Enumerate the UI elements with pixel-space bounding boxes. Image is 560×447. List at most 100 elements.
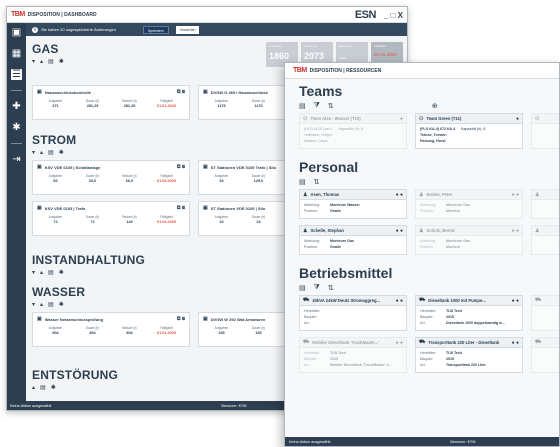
person-card-partial[interactable]: ♟ (531, 189, 559, 219)
expand-icon[interactable]: ▴ (40, 149, 43, 156)
field-value: Monteure Gas (330, 239, 354, 243)
metric-value: 33,0 (88, 179, 97, 183)
task-card[interactable]: ▣ KSV VDE 0105 | Schaltanlage ⧉ ⊞ Aufgaben… (32, 160, 190, 195)
card-title: ST Stationen VDE 0105 Trafo | Silo (210, 164, 277, 170)
metric-label: Aufgaben (214, 215, 229, 219)
calendar-filter-icon[interactable]: ▤ (40, 384, 46, 391)
collapse-icon[interactable]: ▾ (32, 269, 35, 276)
card-menu-icon[interactable]: ● (516, 116, 519, 122)
calendar-filter-icon[interactable]: ▤ (48, 149, 54, 156)
calendar-icon[interactable]: ▦ (11, 48, 22, 59)
equipment-card[interactable]: ⛟ Transporttank 220 Liter - Dieseltank ● ●… (415, 337, 523, 373)
kpi-label: Aufgaben (269, 44, 282, 48)
equipment-card-partial[interactable]: ⛟ (531, 295, 559, 331)
metric-label: Aufgaben (48, 99, 63, 103)
person-card-partial[interactable]: ♟ (531, 225, 559, 255)
equipment-card-partial[interactable]: ⛟ (531, 337, 559, 373)
logout-icon[interactable]: ⇥ (11, 154, 22, 165)
card-title: DVGW W 392 Wat Armaturen (210, 316, 266, 322)
calendar-filter-icon[interactable]: ▤ (299, 178, 306, 186)
filter-icon[interactable]: ⧩ (314, 284, 320, 292)
team-card[interactable]: ⚇ Team Green (T11) ● (FLO KA-4) 672 KA 4 Ka… (415, 113, 523, 149)
collapse-icon[interactable]: ▾ (32, 301, 35, 308)
gear-icon[interactable]: ✱ (11, 122, 22, 133)
equipment-card[interactable]: ⛟ Dieseltank 1000 mit Pumpe... ● ● Herstel… (415, 295, 523, 331)
task-icon: ▣ (203, 164, 208, 170)
add-icon[interactable]: ✚ (11, 101, 22, 112)
card-actions-icon[interactable]: ⧉ ⊞ (177, 89, 185, 95)
person-card[interactable]: ♟ Boden, Peter ● ● Abteilung: Monteure Gas … (415, 189, 523, 219)
card-menu-icon[interactable]: ● ● (396, 298, 403, 304)
metric-value: 371 (52, 104, 59, 108)
card-row: ♟ Asen, Thomas ● ● Abteilung: Monteure Wass… (299, 189, 559, 219)
metric-value: 01.01.2020 (156, 331, 176, 335)
task-card[interactable]: ▣ KSV VDE 0105 | Trafo ⧉ ⊞ Aufgaben 72 Daue… (32, 201, 190, 236)
card-metrics: Aufgaben 66 Dauer (h) 33,0 Bedarf (h) 66,0 … (37, 174, 185, 183)
settings-icon[interactable]: ✱ (51, 384, 56, 391)
expand-icon[interactable]: ▴ (40, 301, 43, 308)
collapse-icon[interactable]: ▾ (32, 58, 35, 65)
card-title: Team Alex - Wasser (T10) (310, 116, 361, 121)
card-menu-icon[interactable]: ● ● (396, 340, 403, 346)
dashboard-titlebar: TBM DISPOSITION | DASHBOARD (7, 7, 407, 23)
metric-label: Aufgaben (48, 215, 63, 219)
sort-icon[interactable]: ⇅ (314, 178, 320, 186)
card-body: Hersteller: TLB Tech Baujahr: 2015 Art: Mob… (300, 348, 406, 372)
equipment-card[interactable]: ⛟ 30kVA 24kW Deutz Stromaggreg... ● ● Hers… (299, 295, 407, 331)
person-card[interactable]: ♟ Schelle, Stephan ● ● Abteilung: Monteure … (299, 225, 407, 255)
card-menu-icon[interactable]: ● ● (396, 192, 403, 198)
settings-icon[interactable]: ✱ (59, 301, 64, 308)
card-actions-icon[interactable]: ⧉ ⊞ (177, 205, 185, 211)
team-card-partial[interactable]: ⚇ (531, 113, 559, 149)
settings-icon[interactable]: ✱ (59, 269, 64, 276)
sort-icon[interactable]: ⇅ (328, 102, 334, 110)
settings-icon[interactable]: ✱ (59, 149, 64, 156)
sidebar-divider (11, 143, 22, 144)
calendar-filter-icon[interactable]: ▤ (48, 58, 54, 65)
expand-icon[interactable]: ▴ (32, 384, 35, 391)
calendar-filter-icon[interactable]: ▤ (299, 284, 306, 292)
calendar-filter-icon[interactable]: ▤ (48, 269, 54, 276)
equipment-card[interactable]: ⛟ Mobiler Dieseltank 'TruckMaste...' ● ● H… (299, 337, 407, 373)
card-actions-icon[interactable]: ⧉ ⊞ (177, 164, 185, 170)
person-icon: ♟ (419, 227, 424, 234)
card-menu-icon[interactable]: ● ● (512, 340, 519, 346)
field-label: Hoffmann, Holger (304, 133, 333, 137)
window-control-buttons[interactable]: _ □ X (384, 11, 403, 20)
person-card[interactable]: ♟ Asen, Thomas ● ● Abteilung: Monteure Wass… (299, 189, 407, 219)
card-header: ▣ KSV VDE 0105 | Schaltanlage ⧉ ⊞ (37, 164, 185, 170)
calendar-filter-icon[interactable]: ▤ (48, 301, 54, 308)
collapse-icon[interactable]: ▾ (32, 149, 35, 156)
add-icon[interactable]: ⊕ (432, 102, 438, 110)
team-icon: ⚇ (535, 115, 540, 122)
metric-label: Fälligkeit (160, 174, 173, 178)
discard-button[interactable]: Verwerfen (175, 25, 200, 34)
team-card[interactable]: ⚇ Team Alex - Wasser (T10) ● (H) D-0125 Lo… (299, 113, 407, 149)
task-card[interactable]: ▣ Wasser Netzanschlussprüfung ⧉ ⊞ Aufgaben… (32, 312, 190, 347)
metric-value: 281,25 (123, 104, 136, 108)
card-actions-icon[interactable]: ⧉ ⊞ (177, 316, 185, 322)
resources-icon[interactable]: ☰ (11, 69, 22, 80)
person-card[interactable]: ♟ Scholz, Bernd ● ● Abteilung: Monteure Gas… (415, 225, 523, 255)
sort-icon[interactable]: ⇅ (328, 284, 334, 292)
card-menu-icon[interactable]: ● ● (512, 228, 519, 234)
screen: TBM DISPOSITION | DASHBOARD ESN _ □ X ▣ … (0, 0, 560, 447)
task-card[interactable]: ▣ Hausanschlusskontrolle ⧉ ⊞ Aufgaben 371 D… (32, 85, 190, 120)
expand-icon[interactable]: ▴ (40, 269, 43, 276)
section-title: Teams (299, 83, 343, 99)
resources-titlebar: TBM DISPOSITION | RESSOURCEN (285, 63, 559, 79)
metric-label: Bedarf (h) (122, 174, 137, 178)
card-header: ⛟ (532, 296, 559, 306)
dashboard-nav-icon[interactable]: ▣ (11, 27, 22, 38)
resources-window: TBM DISPOSITION | RESSOURCEN Teams ▤ ⧩ ⇅ ⊕ … (284, 62, 560, 447)
card-menu-icon[interactable]: ● (400, 116, 403, 122)
save-button[interactable]: Speichern (142, 25, 169, 34)
filter-icon[interactable]: ⧩ (314, 102, 320, 110)
card-menu-icon[interactable]: ● ● (512, 298, 519, 304)
calendar-filter-icon[interactable]: ▤ (299, 102, 306, 110)
expand-icon[interactable]: ▴ (40, 58, 43, 65)
personal-section: Personal ▤ ⇅ ♟ Asen, Thomas ● ● Abteilung: M… (299, 159, 559, 255)
card-menu-icon[interactable]: ● ● (396, 228, 403, 234)
card-menu-icon[interactable]: ● ● (512, 192, 519, 198)
settings-icon[interactable]: ✱ (59, 58, 64, 65)
